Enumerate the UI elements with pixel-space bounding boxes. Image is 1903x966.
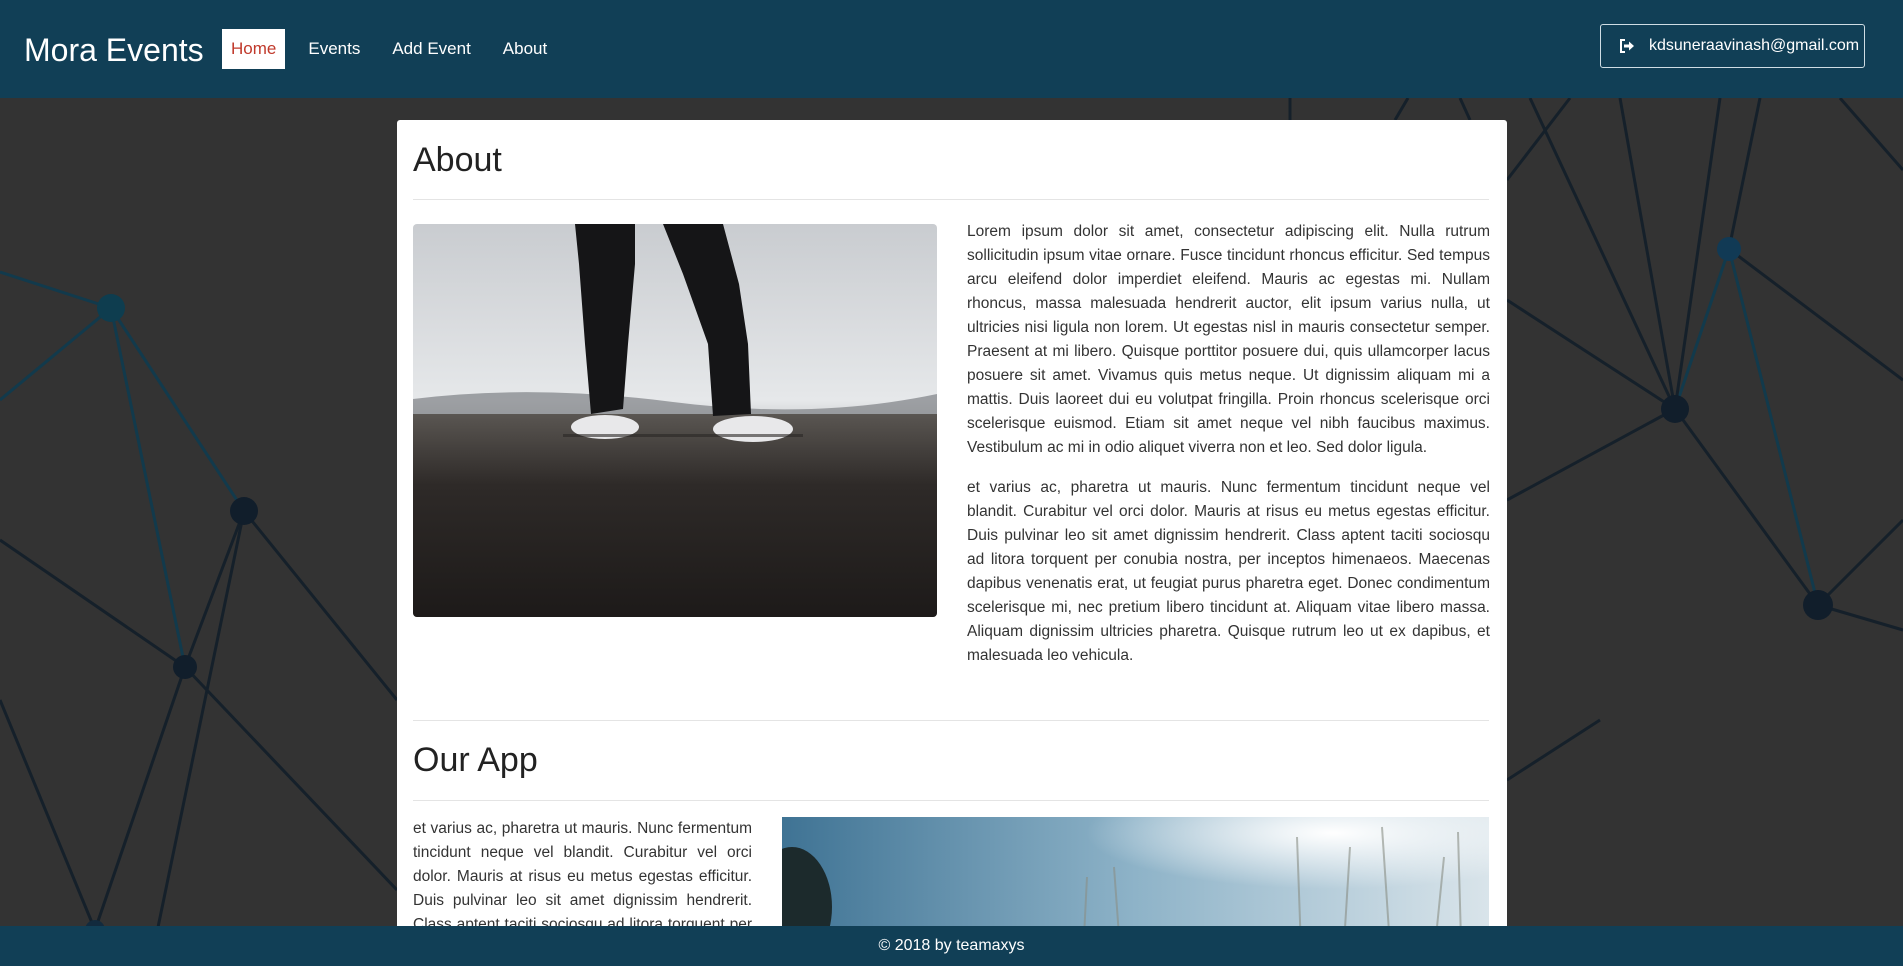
about-image <box>413 224 937 617</box>
content-card: About Lorem ipsum dolor sit amet, consec… <box>397 120 1507 946</box>
app-heading: Our App <box>413 741 538 779</box>
nav-links: Home Events Add Event About <box>222 29 570 69</box>
nav-link-add-event[interactable]: Add Event <box>383 29 479 69</box>
nav-link-home[interactable]: Home <box>222 29 286 69</box>
about-text: Lorem ipsum dolor sit amet, consectetur … <box>967 220 1490 684</box>
footer: © 2018 by teamaxys <box>0 926 1903 966</box>
nav-link-events[interactable]: Events <box>299 29 369 69</box>
footer-text: © 2018 by teamaxys <box>878 937 1025 954</box>
about-paragraph-1: Lorem ipsum dolor sit amet, consectetur … <box>967 223 1490 456</box>
nav-link-about[interactable]: About <box>494 29 556 69</box>
user-email: kdsuneraavinash@gmail.com <box>1649 37 1860 54</box>
user-signout-button[interactable]: kdsuneraavinash@gmail.com <box>1600 24 1865 68</box>
about-heading: About <box>413 141 502 179</box>
navbar: Mora Events Home Events Add Event About … <box>0 0 1903 98</box>
divider <box>413 720 1489 721</box>
sign-out-icon <box>1620 39 1634 53</box>
brand-logo[interactable]: Mora Events <box>24 30 204 70</box>
about-paragraph-2: et varius ac, pharetra ut mauris. Nunc f… <box>967 479 1490 664</box>
divider <box>413 199 1489 200</box>
divider <box>413 800 1489 801</box>
